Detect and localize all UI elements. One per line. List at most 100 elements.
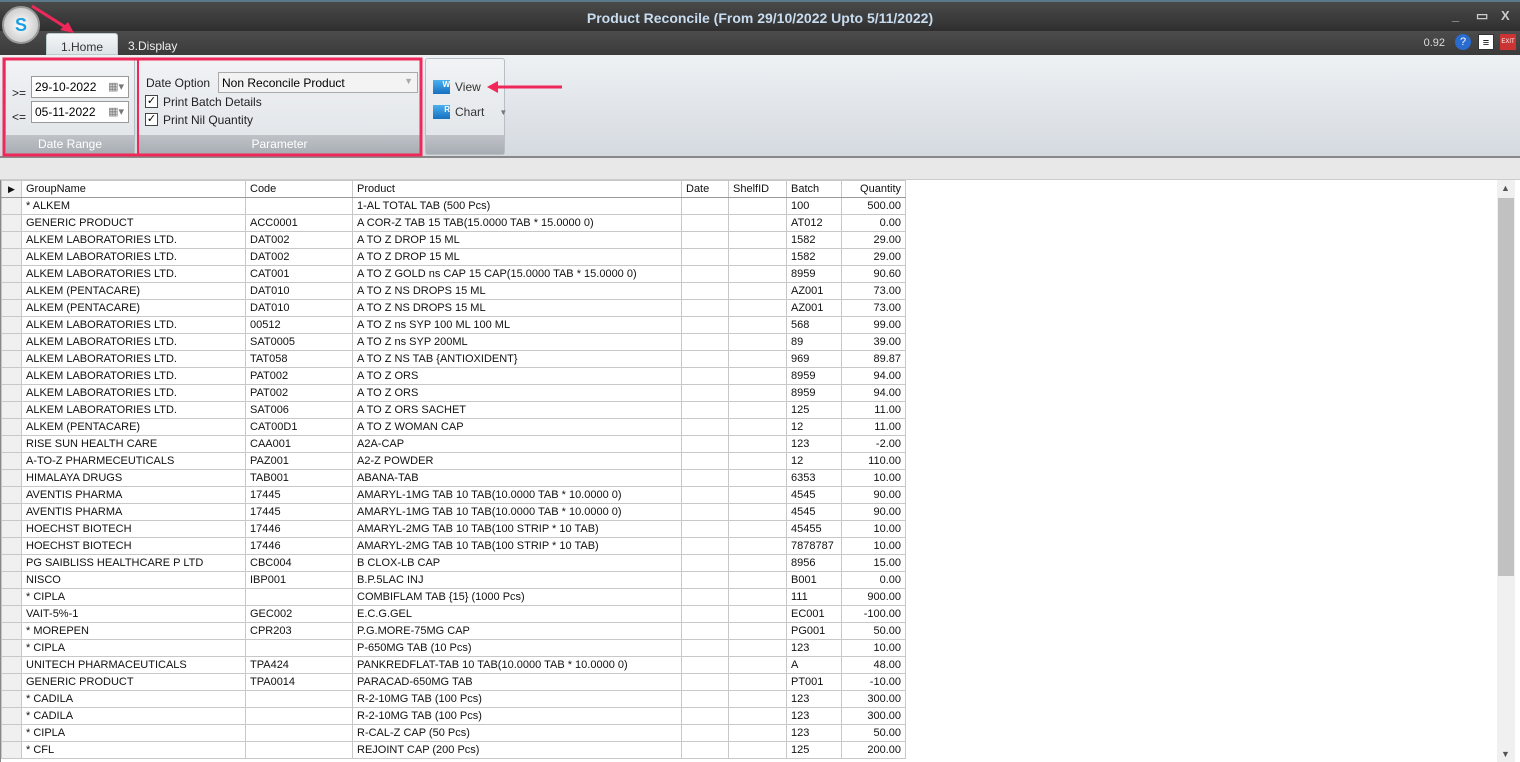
cell-shelfid[interactable] (728, 656, 787, 674)
cell-shelfid[interactable] (728, 622, 787, 640)
cell-code[interactable]: 17445 (245, 503, 353, 521)
cell-product[interactable]: A TO Z DROP 15 ML (352, 231, 682, 249)
cell-shelfid[interactable] (728, 486, 787, 504)
cell-batch[interactable]: 123 (786, 690, 842, 708)
cell-quantity[interactable]: 11.00 (841, 418, 906, 436)
table-row[interactable]: * MOREPEN CPR203 P.G.MORE-75MG CAP PG001 50.… (1, 622, 906, 640)
cell-product[interactable]: R-2-10MG TAB (100 Pcs) (352, 690, 682, 708)
cell-date[interactable] (681, 503, 729, 521)
column-header-groupname[interactable]: GroupName (21, 180, 246, 198)
row-selector[interactable] (1, 214, 22, 232)
cell-batch[interactable]: 125 (786, 401, 842, 419)
cell-shelfid[interactable] (728, 265, 787, 283)
cell-batch[interactable]: 4545 (786, 503, 842, 521)
cell-date[interactable] (681, 707, 729, 725)
cell-quantity[interactable]: 73.00 (841, 282, 906, 300)
cell-quantity[interactable]: 0.00 (841, 571, 906, 589)
cell-product[interactable]: A TO Z WOMAN CAP (352, 418, 682, 436)
maximize-button[interactable]: ▭ (1476, 8, 1488, 24)
cell-code[interactable] (245, 197, 353, 215)
row-selector[interactable] (1, 401, 22, 419)
cell-groupname[interactable]: ALKEM LABORATORIES LTD. (21, 401, 246, 419)
row-selector[interactable] (1, 418, 22, 436)
cell-groupname[interactable]: ALKEM (PENTACARE) (21, 418, 246, 436)
cell-code[interactable]: TPA0014 (245, 673, 353, 691)
cell-date[interactable] (681, 265, 729, 283)
cell-batch[interactable]: 8959 (786, 384, 842, 402)
table-row[interactable]: * ALKEM 1-AL TOTAL TAB (500 Pcs) 100 500.00 (1, 197, 906, 215)
column-header-quantity[interactable]: Quantity (841, 180, 906, 198)
cell-code[interactable]: CPR203 (245, 622, 353, 640)
cell-code[interactable]: IBP001 (245, 571, 353, 589)
cell-shelfid[interactable] (728, 367, 787, 385)
cell-code[interactable]: ACC0001 (245, 214, 353, 232)
cell-date[interactable] (681, 605, 729, 623)
cell-quantity[interactable]: 11.00 (841, 401, 906, 419)
cell-date[interactable] (681, 299, 729, 317)
cell-product[interactable]: B CLOX-LB CAP (352, 554, 682, 572)
cell-batch[interactable]: 7878787 (786, 537, 842, 555)
cell-groupname[interactable]: ALKEM LABORATORIES LTD. (21, 333, 246, 351)
table-row[interactable]: NISCO IBP001 B.P.5LAC INJ B001 0.00 (1, 571, 906, 589)
cell-groupname[interactable]: ALKEM LABORATORIES LTD. (21, 384, 246, 402)
calendar-icon[interactable]: ▦▾ (108, 80, 124, 93)
cell-shelfid[interactable] (728, 214, 787, 232)
row-selector[interactable] (1, 724, 22, 742)
cell-code[interactable]: 17445 (245, 486, 353, 504)
row-selector[interactable] (1, 265, 22, 283)
cell-quantity[interactable]: 110.00 (841, 452, 906, 470)
cell-quantity[interactable]: 90.00 (841, 503, 906, 521)
cell-code[interactable]: 17446 (245, 520, 353, 538)
table-row[interactable]: ALKEM (PENTACARE) DAT010 A TO Z NS DROPS 1… (1, 282, 906, 300)
row-selector[interactable] (1, 299, 22, 317)
cell-quantity[interactable]: 94.00 (841, 384, 906, 402)
row-selector[interactable] (1, 282, 22, 300)
cell-code[interactable]: GEC002 (245, 605, 353, 623)
cell-batch[interactable]: 89 (786, 333, 842, 351)
row-selector[interactable] (1, 231, 22, 249)
row-selector[interactable] (1, 673, 22, 691)
cell-groupname[interactable]: * CADILA (21, 690, 246, 708)
cell-shelfid[interactable] (728, 503, 787, 521)
table-row[interactable]: HOECHST BIOTECH 17446 AMARYL-2MG TAB 10 TA… (1, 520, 906, 538)
cell-product[interactable]: A TO Z NS DROPS 15 ML (352, 299, 682, 317)
row-selector[interactable] (1, 486, 22, 504)
cell-shelfid[interactable] (728, 248, 787, 266)
table-row[interactable]: ALKEM LABORATORIES LTD. DAT002 A TO Z DROP… (1, 248, 906, 266)
cell-quantity[interactable]: 90.60 (841, 265, 906, 283)
cell-code[interactable]: CBC004 (245, 554, 353, 572)
column-header-date[interactable]: Date (681, 180, 729, 198)
row-selector[interactable] (1, 248, 22, 266)
cell-date[interactable] (681, 350, 729, 368)
cell-groupname[interactable]: AVENTIS PHARMA (21, 503, 246, 521)
cell-code[interactable]: 17446 (245, 537, 353, 555)
cell-shelfid[interactable] (728, 197, 787, 215)
cell-groupname[interactable]: VAIT-5%-1 (21, 605, 246, 623)
cell-date[interactable] (681, 469, 729, 487)
row-selector[interactable] (1, 350, 22, 368)
cell-date[interactable] (681, 537, 729, 555)
cell-batch[interactable]: 123 (786, 639, 842, 657)
cell-shelfid[interactable] (728, 401, 787, 419)
app-logo[interactable]: S (2, 6, 40, 44)
cell-code[interactable]: PAZ001 (245, 452, 353, 470)
cell-groupname[interactable]: ALKEM LABORATORIES LTD. (21, 316, 246, 334)
cell-shelfid[interactable] (728, 282, 787, 300)
cell-shelfid[interactable] (728, 435, 787, 453)
cell-shelfid[interactable] (728, 231, 787, 249)
cell-quantity[interactable]: 73.00 (841, 299, 906, 317)
cell-product[interactable]: R-CAL-Z CAP (50 Pcs) (352, 724, 682, 742)
scrollbar-thumb[interactable] (1498, 198, 1514, 576)
table-row[interactable]: GENERIC PRODUCT ACC0001 A COR-Z TAB 15 TAB… (1, 214, 906, 232)
cell-date[interactable] (681, 724, 729, 742)
cell-code[interactable]: CAA001 (245, 435, 353, 453)
cell-code[interactable]: TPA424 (245, 656, 353, 674)
cell-batch[interactable]: 568 (786, 316, 842, 334)
cell-quantity[interactable]: 10.00 (841, 639, 906, 657)
cell-shelfid[interactable] (728, 452, 787, 470)
cell-shelfid[interactable] (728, 690, 787, 708)
cell-product[interactable]: ABANA-TAB (352, 469, 682, 487)
cell-product[interactable]: A TO Z ORS SACHET (352, 401, 682, 419)
cell-groupname[interactable]: * MOREPEN (21, 622, 246, 640)
date-option-select[interactable]: Non Reconcile Product ▼ (218, 72, 418, 93)
